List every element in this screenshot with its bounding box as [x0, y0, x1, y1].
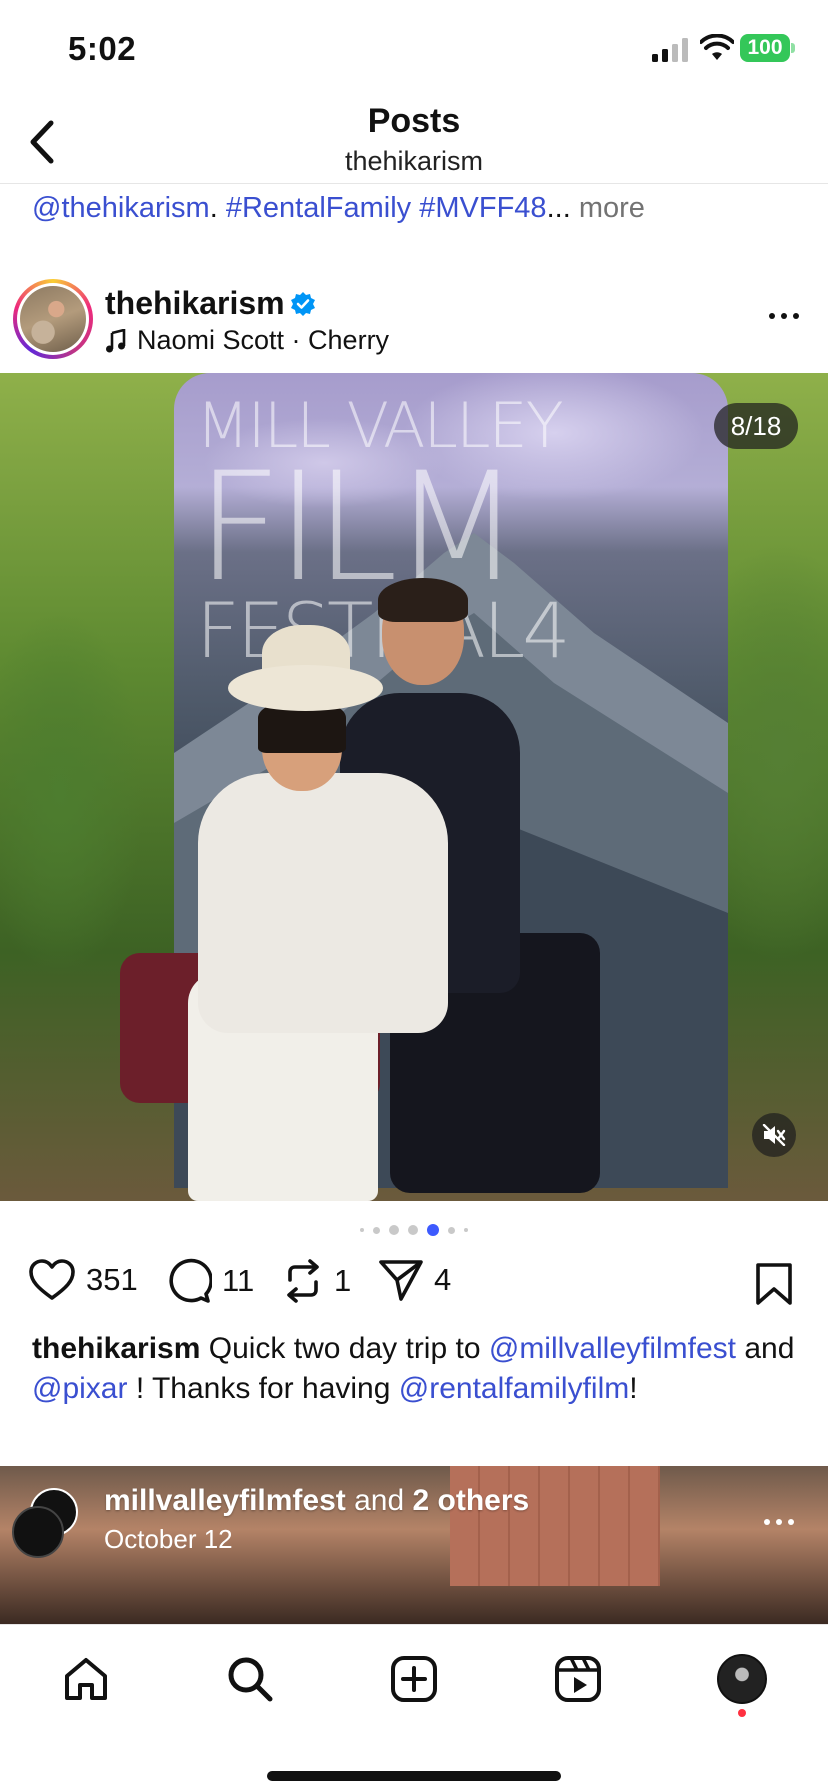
save-button[interactable] [754, 1262, 794, 1311]
mention-link[interactable]: @pixar [32, 1372, 127, 1405]
share-button[interactable]: 4 [378, 1258, 451, 1302]
repost-count: 1 [334, 1263, 352, 1298]
more-options-button[interactable] [764, 1512, 808, 1532]
hashtag-link[interactable]: #RentalFamily [226, 192, 411, 224]
caption-ellipsis: ... [546, 192, 571, 224]
pager-dot [408, 1225, 418, 1235]
audio-track-label: Naomi Scott · Cherry [137, 325, 390, 355]
caption-text: . [209, 192, 226, 224]
caption-username[interactable]: thehikarism [32, 1332, 200, 1365]
speaker-muted-icon [762, 1124, 786, 1146]
more-link[interactable]: more [579, 192, 645, 224]
home-indicator[interactable] [267, 1771, 561, 1781]
repost-icon [287, 1259, 319, 1303]
post-header: thehikarism Naomi Scott · Cherry [0, 275, 828, 370]
wifi-icon [700, 34, 734, 60]
carousel-indicator [0, 1222, 828, 1238]
next-post-date: October 12 [104, 1524, 233, 1554]
post-caption: thehikarism Quick two day trip to @millv… [32, 1332, 795, 1405]
hashtag-link[interactable]: #MVFF48 [419, 192, 546, 224]
post-actions: 351 11 1 4 [0, 1258, 828, 1314]
mention-link[interactable]: @millvalleyfilmfest [489, 1332, 736, 1365]
tab-profile[interactable] [714, 1651, 770, 1707]
tab-home[interactable] [58, 1651, 114, 1707]
header: Posts thehikarism [0, 100, 828, 184]
comment-icon [169, 1258, 212, 1303]
post-username[interactable]: thehikarism [105, 285, 285, 322]
bookmark-icon [756, 1263, 792, 1305]
notification-dot [738, 1709, 746, 1717]
cellular-signal-icon [652, 38, 688, 62]
person [198, 773, 448, 1033]
more-horizontal-icon [769, 313, 775, 319]
like-button[interactable]: 351 [28, 1258, 138, 1302]
home-icon [65, 1658, 107, 1700]
avatar[interactable] [13, 279, 93, 359]
carousel-counter: 8/18 [714, 403, 798, 449]
reels-icon [555, 1656, 601, 1702]
mute-button[interactable] [752, 1113, 796, 1157]
more-options-button[interactable] [762, 301, 806, 331]
tab-reels[interactable] [550, 1651, 606, 1707]
previous-post-caption: @thehikarism. #RentalFamily #MVFF48... m… [32, 192, 645, 225]
pager-dot [464, 1228, 468, 1232]
like-count: 351 [86, 1262, 138, 1297]
tab-create[interactable] [386, 1651, 442, 1707]
audio-track[interactable]: Naomi Scott · Cherry [105, 325, 389, 356]
verified-badge-icon [291, 292, 315, 316]
tab-bar [0, 1624, 828, 1792]
pager-dot [360, 1228, 364, 1232]
pager-dot [389, 1225, 399, 1235]
paper-plane-icon [379, 1260, 423, 1301]
page-title: Posts [367, 102, 461, 140]
heart-icon [29, 1259, 75, 1300]
next-post-users[interactable]: millvalleyfilmfest and 2 others [104, 1484, 529, 1518]
battery-icon: 100 [740, 34, 796, 62]
page-subtitle: thehikarism [344, 146, 484, 176]
comment-button[interactable]: 11 [166, 1258, 254, 1304]
mention-link[interactable]: @rentalfamilyfilm [399, 1372, 630, 1405]
mention-link[interactable]: @thehikarism [32, 192, 210, 224]
share-count: 4 [434, 1262, 452, 1297]
plus-square-icon [391, 1656, 437, 1702]
tab-search[interactable] [222, 1651, 278, 1707]
music-note-icon [106, 328, 126, 352]
status-time: 5:02 [68, 30, 137, 67]
more-horizontal-icon [764, 1519, 770, 1525]
pager-dot [448, 1226, 455, 1234]
pager-dot-active [427, 1224, 439, 1236]
avatar[interactable] [12, 1506, 64, 1558]
pager-dot [373, 1226, 380, 1234]
comment-count: 11 [222, 1263, 255, 1298]
battery-level: 100 [740, 34, 790, 62]
search-icon [228, 1657, 273, 1702]
status-bar: 5:02 100 [0, 0, 828, 100]
post-media[interactable]: MILL VALLEY FILM FESTIVAL4 8/18 [0, 373, 828, 1201]
avatar [717, 1654, 767, 1704]
next-post-header[interactable]: millvalleyfilmfest and 2 others October … [0, 1466, 828, 1624]
repost-button[interactable]: 1 [282, 1258, 351, 1304]
